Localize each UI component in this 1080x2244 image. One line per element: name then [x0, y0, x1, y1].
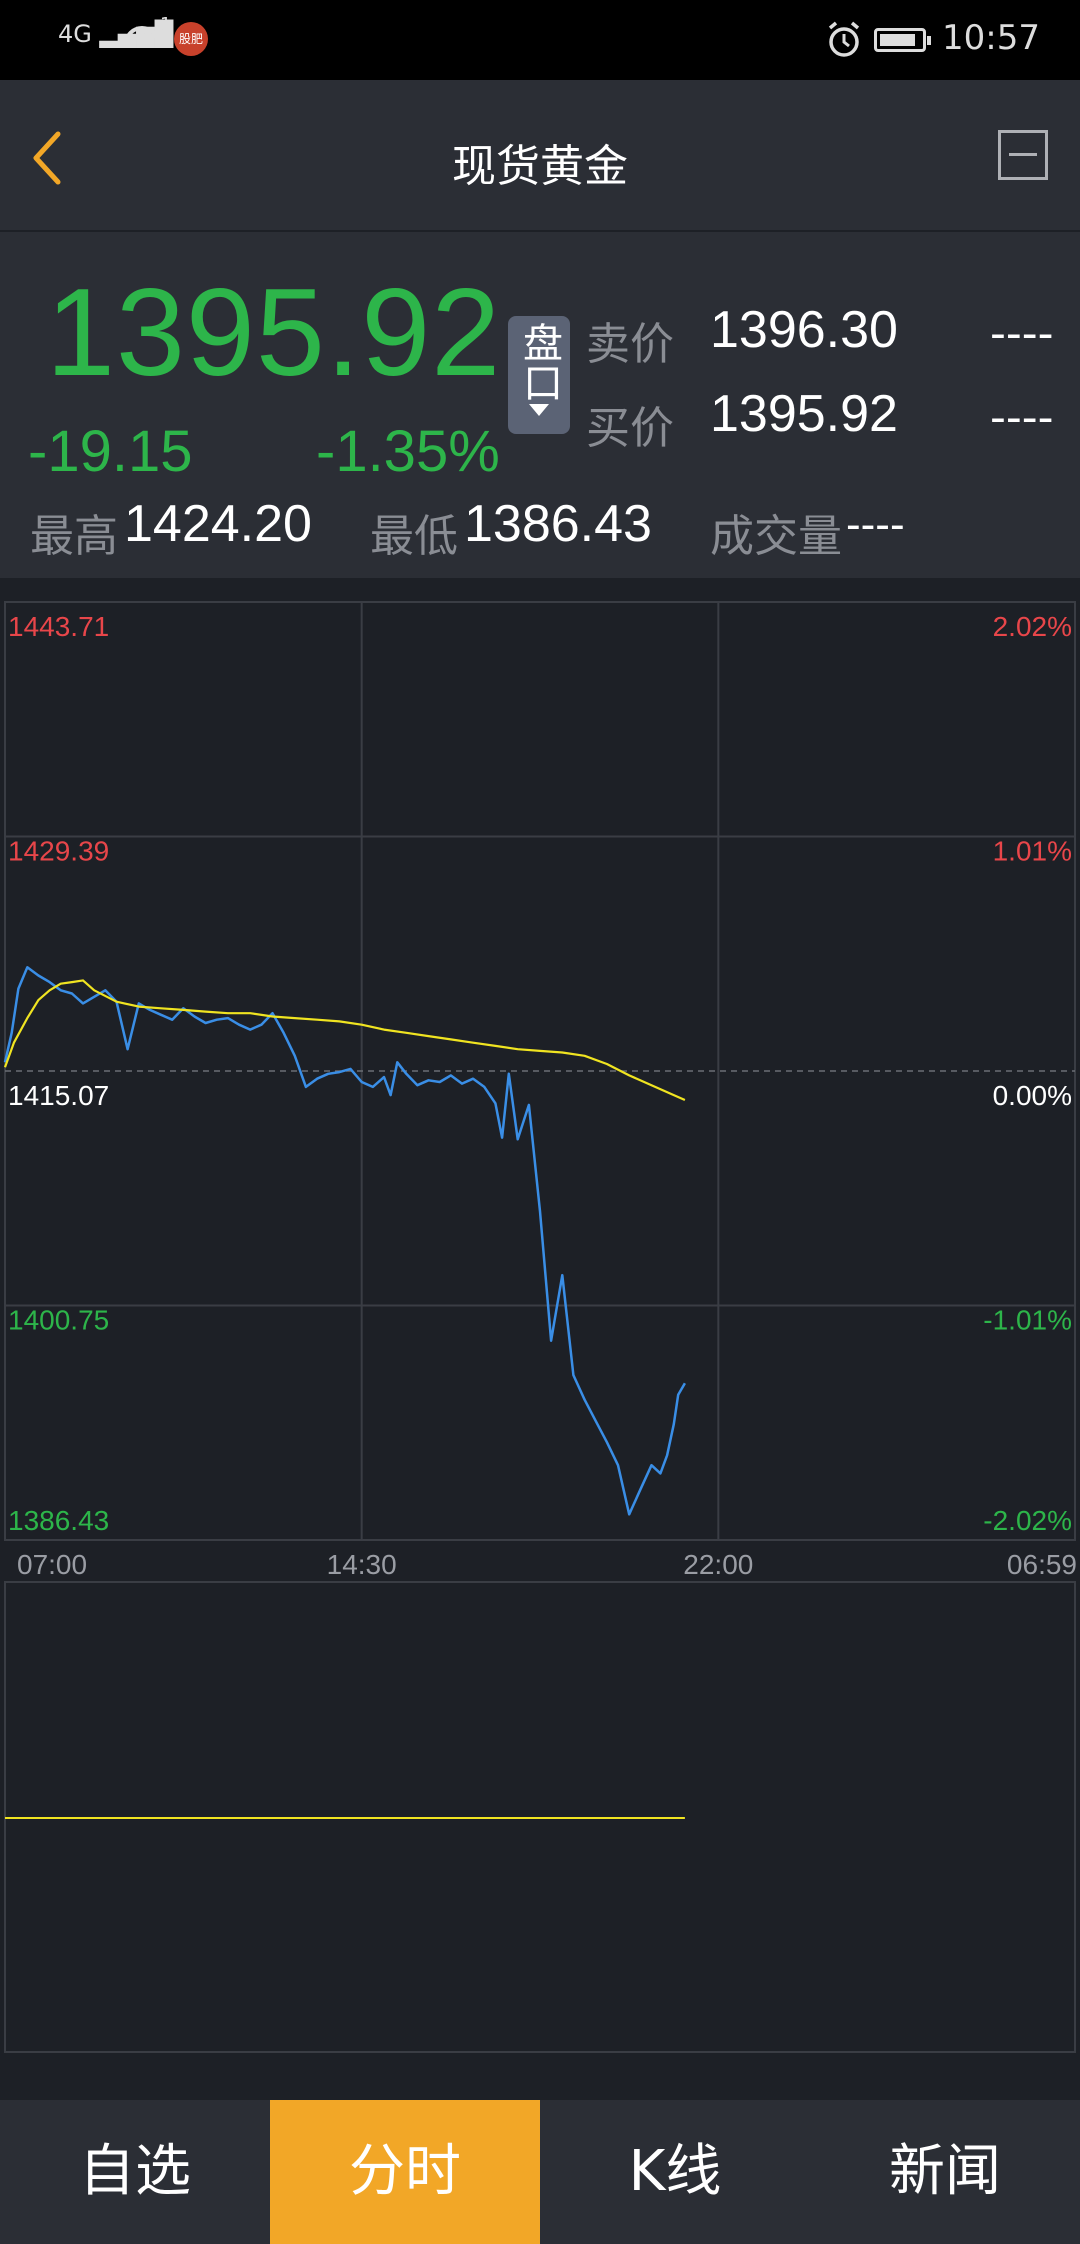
buy-price-label: 买价 — [586, 403, 674, 454]
pankou-label: 盘口 — [516, 322, 562, 402]
buy-price-value: 1395.92 — [710, 385, 898, 443]
y-label-right: 0.00% — [993, 1080, 1072, 1111]
app-notification-icon: 股肥 — [174, 22, 208, 56]
network-type: 4G — [58, 20, 92, 48]
x-label: 22:00 — [683, 1549, 753, 1580]
pankou-button[interactable]: 盘口 — [508, 316, 570, 434]
volume-value: ---- — [846, 500, 905, 549]
clock: 10:57 — [942, 18, 1040, 58]
tab-intraday[interactable]: 分时 — [270, 2100, 540, 2244]
x-label: 07:00 — [17, 1549, 87, 1580]
sell-price-value: 1396.30 — [710, 301, 898, 359]
hotspot-icon — [124, 26, 160, 48]
page-title: 现货黄金 — [452, 141, 628, 192]
y-label-right: 2.02% — [993, 611, 1072, 642]
buy-price-extra: ---- — [990, 392, 1054, 443]
x-label: 14:30 — [327, 1549, 397, 1580]
low-label: 最低 — [370, 511, 458, 562]
current-price: 1395.92 — [46, 264, 502, 402]
sell-price-extra: ---- — [990, 308, 1054, 359]
price-grid-frame — [4, 601, 1076, 1541]
minimize-icon[interactable] — [998, 130, 1048, 180]
y-label-right: -1.01% — [983, 1305, 1072, 1336]
y-label-left: 1429.39 — [8, 836, 109, 867]
volume-label: 成交量 — [710, 511, 842, 562]
tab-news[interactable]: 新闻 — [810, 2100, 1080, 2244]
alarm-icon — [828, 21, 860, 57]
y-label-left: 1443.71 — [8, 611, 109, 642]
price-change: -19.15 — [28, 419, 193, 484]
bottom-tab-bar: 自选 分时 K线 新闻 — [0, 2100, 1080, 2244]
notification-count: 1 — [160, 14, 172, 35]
price-line — [3, 966, 686, 1516]
sell-price-label: 卖价 — [586, 319, 674, 370]
tab-watchlist[interactable]: 自选 — [0, 2100, 270, 2244]
price-change-percent: -1.35% — [316, 419, 500, 484]
high-value: 1424.20 — [124, 495, 312, 553]
status-bar: 4G ▂▄▆█ 1 股肥 10:57 — [0, 0, 1080, 80]
y-label-left: 1386.43 — [8, 1505, 109, 1536]
y-label-right: 1.01% — [993, 836, 1072, 867]
battery-icon — [874, 28, 931, 52]
tab-kline[interactable]: K线 — [540, 2100, 810, 2244]
chevron-down-icon — [529, 404, 549, 416]
high-label: 最高 — [30, 511, 118, 562]
intraday-chart[interactable]: 1443.71 2.02% 1429.39 1.01% 1415.07 0.00% 1400… — [0, 600, 1080, 2080]
x-label: 06:59 — [1007, 1549, 1077, 1580]
header: 现货黄金 — [0, 80, 1080, 232]
y-label-left: 1400.75 — [8, 1305, 109, 1336]
quote-panel: 1395.92 -19.15 -1.35% 盘口 卖价 1396.30 ----… — [0, 232, 1080, 578]
y-label-left: 1415.07 — [8, 1080, 109, 1111]
low-value: 1386.43 — [464, 495, 652, 553]
y-label-right: -2.02% — [983, 1505, 1072, 1536]
